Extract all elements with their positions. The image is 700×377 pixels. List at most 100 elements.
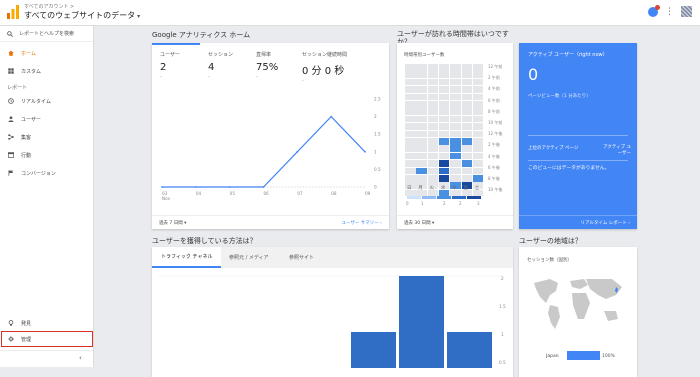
chevron-right-icon: › [628, 221, 630, 226]
no-data-message: このビューにはデータがありません。 [528, 166, 610, 171]
audience-overview-link[interactable]: ユーザー サマリー › [341, 220, 382, 226]
x-tick-label: 04 [196, 191, 202, 196]
metric-change: - [208, 74, 210, 80]
property-selector[interactable]: すべてのウェブサイトのデータ ▾ [24, 10, 140, 21]
chevron-right-icon: › [380, 221, 382, 226]
metric-session-duration[interactable]: セッション継続時間 0 分 0 秒 - [302, 51, 384, 84]
heatmap-cell [427, 167, 439, 175]
heatmap-cell [427, 175, 439, 182]
time-card-subtitle: 時間帯別ユーザー数 [404, 53, 445, 58]
lightbulb-icon [8, 320, 14, 326]
hour-label: 12 午前 [488, 64, 503, 69]
data-point [262, 186, 265, 188]
country-percent-bar [567, 351, 600, 360]
more-vert-icon[interactable]: ⋮ [665, 7, 674, 17]
country-percent: 100% [602, 354, 615, 359]
metric-sessions[interactable]: セッション 4 - [208, 51, 263, 80]
heatmap-cell [472, 145, 484, 152]
behavior-icon [8, 152, 14, 158]
heatmap-cell [416, 78, 427, 86]
date-range-selector[interactable]: 過去 7 日間 ▾ [159, 220, 186, 226]
x-tick-label: 07 [297, 191, 303, 196]
y-tick-label: 1 [501, 332, 504, 337]
metric-label: ユーザー [160, 52, 180, 58]
date-range-selector[interactable]: 過去 30 日間 ▾ [404, 220, 434, 226]
metric-label: セッション [208, 52, 234, 58]
users-line-chart: 03 04 05 06 07 08 09Nov2.521.510.50 [161, 97, 381, 201]
world-map-icon [534, 279, 622, 329]
y-tick-label: 0 [374, 185, 377, 190]
chevron-down-icon: ▾ [137, 13, 141, 20]
x-tick-label: 05 [230, 191, 236, 196]
sidebar-search[interactable]: レポートとヘルプを検索 [0, 26, 93, 42]
account-breadcrumb[interactable]: すべてのアカウント > [24, 3, 74, 10]
property-name: すべてのウェブサイトのデータ [24, 11, 136, 20]
sidebar-item-users[interactable]: ユーザー [0, 112, 93, 126]
y-tick-label: 1.5 [499, 304, 506, 309]
x-tick-label: 08 [331, 191, 337, 196]
hour-label: 2 午後 [488, 142, 500, 148]
tab-traffic-channel[interactable]: トラフィック チャネル [152, 247, 222, 268]
heatmap-cell [438, 167, 450, 175]
heatmap-cell [450, 145, 461, 152]
heatmap-cell [438, 123, 450, 130]
heatmap-cell [427, 130, 439, 138]
data-point [364, 150, 366, 153]
sidebar-item-conversions[interactable]: コンバージョン [0, 166, 93, 180]
notifications-icon[interactable] [648, 4, 660, 17]
heatmap-cell [405, 123, 416, 130]
acquisition-card: トラフィック チャネル 参照元 / メディア 参照サイト 2 1.5 1 0.5 [152, 247, 513, 377]
acquisition-icon [8, 134, 14, 140]
x-tick-label: 09 [365, 191, 371, 196]
heatmap-legend-3 [437, 196, 451, 199]
realtime-report-link[interactable]: リアルタイム レポート › [580, 220, 630, 226]
heatmap-cell [405, 160, 416, 167]
heatmap-cell [472, 78, 484, 86]
hour-label: 6 午前 [488, 97, 500, 103]
heatmap-cell [472, 64, 484, 71]
metric-value: 0 分 0 秒 [302, 66, 345, 77]
heatmap-cell [461, 130, 472, 138]
heatmap-cell [472, 175, 484, 182]
hour-label: 10 午前 [488, 120, 503, 125]
tab-referrals[interactable]: 参照サイト [280, 247, 323, 268]
sidebar-item-admin[interactable]: 管理 [0, 332, 93, 346]
tab-source-medium[interactable]: 参照元 / メディア [220, 247, 278, 268]
analytics-logo-icon[interactable] [6, 5, 20, 19]
sidebar-item-behavior[interactable]: 行動 [0, 148, 93, 162]
heatmap-cell [416, 130, 427, 138]
heatmap-cell [472, 130, 484, 138]
hour-label: 4 午前 [488, 86, 500, 92]
heatmap-cell [416, 167, 427, 175]
flag-icon [8, 170, 14, 176]
heatmap-legend-4 [452, 196, 466, 199]
heatmap-cell [450, 167, 461, 175]
sidebar-item-custom[interactable]: カスタム [0, 64, 93, 78]
heatmap-cell [416, 71, 427, 78]
metric-value: 4 [208, 62, 215, 73]
active-users-header: アクティブ ユーザー [603, 145, 631, 156]
sidebar-item-realtime[interactable]: リアルタイム [0, 94, 93, 108]
heatmap-cell [405, 93, 416, 101]
heatmap-cell [450, 123, 461, 130]
day-label: 日 [407, 186, 412, 191]
metric-users[interactable]: ユーザー 2 - [160, 51, 215, 80]
gear-icon [8, 336, 14, 342]
heatmap-cell [405, 115, 416, 123]
collapse-sidebar-icon[interactable]: ‹ [79, 354, 82, 362]
heatmap-cell [416, 175, 427, 182]
sidebar-item-discover[interactable]: 発見 [0, 316, 93, 330]
avatar[interactable] [681, 6, 692, 17]
home-icon [8, 50, 14, 56]
sidebar-item-acquisition[interactable]: 集客 [0, 130, 93, 144]
y-tick-label: 2 [374, 114, 377, 119]
legend-value: 1 [421, 201, 424, 206]
sidebar-item-home[interactable]: ホーム [0, 46, 93, 60]
legend-value: 3 [477, 201, 480, 206]
data-point [161, 186, 163, 188]
heatmap-cell [427, 108, 439, 115]
heatmap-cell [472, 160, 484, 167]
heatmap-cell [416, 101, 427, 108]
heatmap-legend-1 [407, 196, 421, 199]
chart-bar [399, 276, 444, 368]
